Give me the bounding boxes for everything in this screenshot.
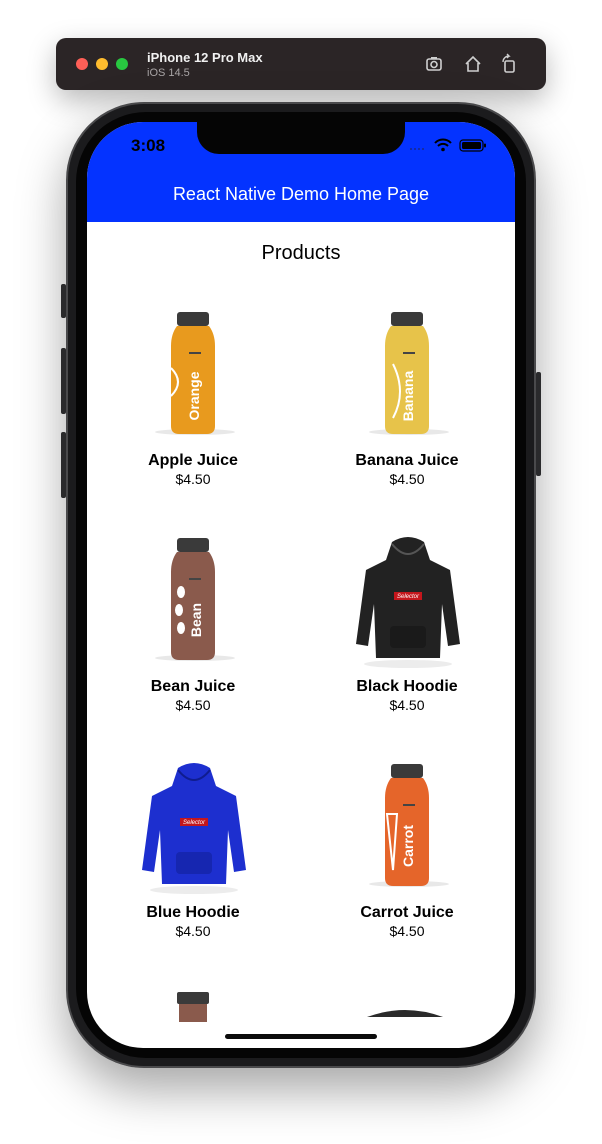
blue-hoodie-icon: Selector (142, 763, 246, 894)
volume-up-button (61, 348, 66, 414)
zoom-window-button[interactable] (116, 58, 128, 70)
camera-notch (197, 122, 405, 154)
product-name: Apple Juice (148, 452, 238, 469)
product-image: Selector (302, 534, 512, 674)
products-title: Products (261, 242, 341, 264)
product-price: $4.50 (175, 923, 211, 939)
product-name: Black Hoodie (356, 678, 458, 695)
simulator-title-bar: iPhone 12 Pro Max iOS 14.5 (56, 38, 546, 90)
juice-bottle-partial-icon (177, 992, 209, 1022)
simulator-stage: iPhone 12 Pro Max iOS 14.5 3:08 React Na… (0, 0, 602, 1144)
bean-juice-bottle-icon: Bean (155, 538, 235, 661)
rotate-icon[interactable] (498, 53, 520, 75)
carrot-label: Carrot (400, 825, 416, 867)
product-name: Carrot Juice (360, 904, 454, 921)
orange-label: Orange (186, 371, 202, 420)
product-image: Bean (88, 534, 298, 674)
product-image: Carrot (302, 760, 512, 900)
partial-product-image (177, 992, 209, 1022)
product-price: $4.50 (175, 471, 211, 487)
product-card[interactable]: Banana Banana Juice $4.50 (302, 308, 512, 487)
volume-down-button (61, 432, 66, 498)
product-name: Blue Hoodie (146, 904, 240, 921)
phone-screen: 3:08 React Native Demo Home Page Product… (87, 122, 515, 1048)
power-button (536, 372, 541, 476)
product-image: Selector (88, 760, 298, 900)
os-version: iOS 14.5 (147, 67, 190, 79)
orange-juice-bottle-icon: Orange (155, 312, 235, 435)
home-indicator[interactable] (225, 1034, 377, 1039)
product-name: Bean Juice (150, 678, 236, 695)
product-card[interactable]: Selector Black Hoodie $4.50 (302, 534, 512, 713)
home-icon[interactable] (462, 53, 484, 75)
banana-juice-bottle-icon: Banana (369, 312, 449, 435)
product-card[interactable]: Orange Apple Juice $4.50 (88, 308, 298, 487)
tshirt-partial-icon (367, 1010, 443, 1017)
hoodie-logo: Selector (397, 594, 420, 600)
product-price: $4.50 (389, 697, 425, 713)
cellular-signal-icon (410, 148, 424, 150)
product-card[interactable]: Bean Bean Juice $4.50 (88, 534, 298, 713)
product-price: $4.50 (389, 471, 425, 487)
status-time: 3:08 (131, 136, 166, 155)
product-card[interactable]: Carrot Carrot Juice $4.50 (302, 760, 512, 939)
product-image: Orange (88, 308, 298, 448)
partial-product-image (357, 1004, 453, 1017)
product-card[interactable]: Selector Blue Hoodie $4.50 (88, 760, 298, 939)
product-name: Banana Juice (355, 452, 459, 469)
black-hoodie-icon: Selector (356, 537, 460, 668)
screenshot-icon[interactable] (423, 53, 445, 75)
wifi-icon (434, 138, 452, 152)
product-image: Banana (302, 308, 512, 448)
battery-icon (459, 139, 486, 152)
banana-label: Banana (400, 371, 416, 422)
status-icons (409, 138, 499, 152)
silent-switch (61, 284, 66, 318)
header-title: React Native Demo Home Page (172, 184, 430, 204)
hoodie-logo: Selector (183, 820, 206, 826)
product-price: $4.50 (175, 697, 211, 713)
carrot-juice-bottle-icon: Carrot (369, 764, 449, 887)
device-name: iPhone 12 Pro Max (147, 50, 263, 65)
product-price: $4.50 (389, 923, 425, 939)
close-window-button[interactable] (76, 58, 88, 70)
bean-label: Bean (188, 603, 204, 637)
minimize-window-button[interactable] (96, 58, 108, 70)
